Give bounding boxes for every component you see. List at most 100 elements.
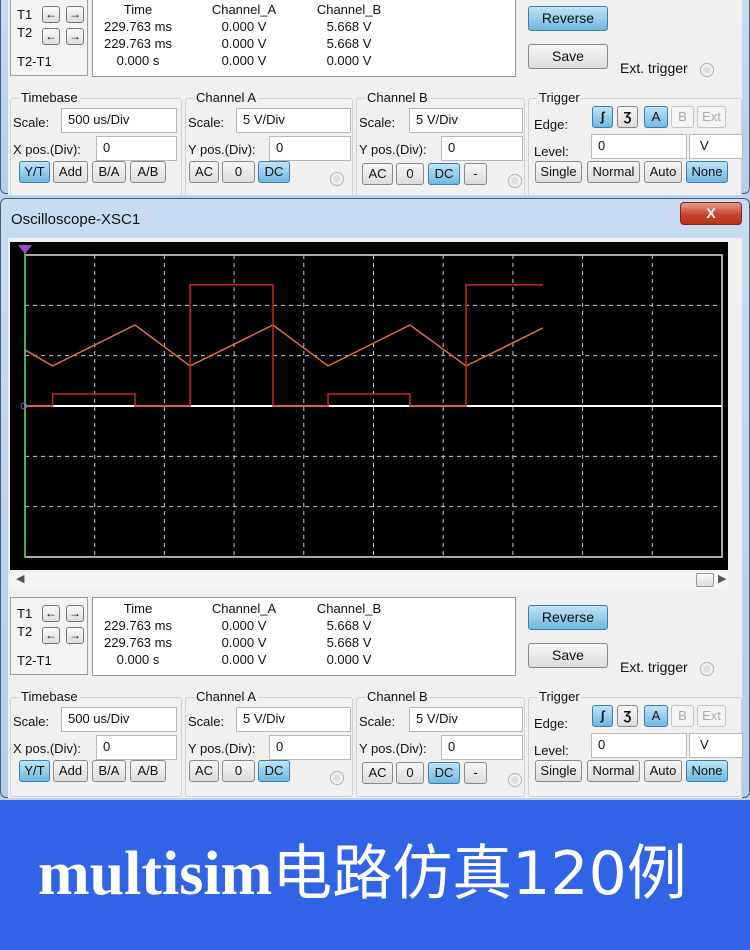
ext-trigger-label: Ext. trigger <box>620 659 688 675</box>
trigger-level-unit-select[interactable]: V <box>689 733 743 758</box>
channel-a-scale-input[interactable]: 5 V/Div <box>236 707 351 732</box>
cell: 229.763 ms <box>104 635 172 650</box>
trigger-mode-none-button[interactable]: None <box>686 161 728 183</box>
scale-label: Scale: <box>359 714 396 729</box>
channel-a-radio[interactable] <box>330 172 344 186</box>
timebase-yt-button[interactable]: Y/T <box>19 760 50 782</box>
scale-label: Scale: <box>13 714 50 729</box>
trigger-edge-ext-button[interactable]: Ext <box>697 705 726 727</box>
timebase-ab-button[interactable]: A/B <box>130 760 166 782</box>
trigger-edge-b-button[interactable]: B <box>671 705 694 727</box>
trigger-mode-auto-button[interactable]: Auto <box>644 161 682 183</box>
timebase-ba-button[interactable]: B/A <box>92 760 126 782</box>
channel-a-dc-button[interactable]: DC <box>258 161 290 183</box>
channel-a-ac-button[interactable]: AC <box>189 161 219 183</box>
trigger-edge-a-button[interactable]: A <box>644 106 668 128</box>
channel-b-scale-input[interactable]: 5 V/Div <box>409 108 523 133</box>
channel-a-ac-button[interactable]: AC <box>189 760 219 782</box>
t1-right-arrow-icon[interactable]: → <box>66 605 84 622</box>
trigger-level-unit-select[interactable]: V <box>689 134 743 159</box>
channel-b-0-button[interactable]: 0 <box>396 163 424 185</box>
t1-right-arrow-icon[interactable]: → <box>66 6 84 23</box>
timebase-ab-button[interactable]: A/B <box>130 161 166 183</box>
channel-b--button[interactable]: - <box>464 163 487 185</box>
window-title: Oscilloscope-XSC1 <box>11 211 141 228</box>
channel-a-scale-input[interactable]: 5 V/Div <box>236 108 351 133</box>
oscilloscope-window-top-clip: T1 T2 T2-T1 ← → ← → Time 229.763 ms 229.… <box>0 0 750 195</box>
channel-a-radio[interactable] <box>330 771 344 785</box>
trigger-mode-auto-button[interactable]: Auto <box>644 760 682 782</box>
t1-left-arrow-icon[interactable]: ← <box>42 6 60 23</box>
timebase-add-button[interactable]: Add <box>53 760 88 782</box>
falling-edge-button[interactable]: Ʒ <box>617 705 638 727</box>
t2-right-arrow-icon[interactable]: → <box>66 28 84 45</box>
channel-b-0-button[interactable]: 0 <box>396 762 424 784</box>
rising-edge-button[interactable]: ʃ <box>592 705 613 727</box>
timebase-scale-input[interactable]: 500 us/Div <box>61 707 177 732</box>
cell: 229.763 ms <box>104 19 172 34</box>
trigger-mode-single-button[interactable]: Single <box>535 161 582 183</box>
trigger-edge-ext-button[interactable]: Ext <box>697 106 726 128</box>
trigger-edge-a-button[interactable]: A <box>644 705 668 727</box>
scrollbar-thumb[interactable] <box>696 573 714 587</box>
channel-a-y-pos-input[interactable]: 0 <box>269 735 351 760</box>
channel-b-y-pos-input[interactable]: 0 <box>441 136 523 161</box>
channel-b-radio[interactable] <box>508 773 522 787</box>
channel-b-radio[interactable] <box>508 174 522 188</box>
channel-b-dc-button[interactable]: DC <box>428 163 460 185</box>
readout-col-channel-a: Channel_A 0.000 V 0.000 V 0.000 V <box>189 1 299 69</box>
save-button[interactable]: Save <box>528 643 608 668</box>
rising-edge-button[interactable]: ʃ <box>592 106 613 128</box>
cell: 5.668 V <box>326 618 372 633</box>
trigger-mode-none-button[interactable]: None <box>686 760 728 782</box>
cell: 0.000 s <box>116 53 160 68</box>
cell: 0.000 V <box>221 635 267 650</box>
scroll-left-icon[interactable]: ◀ <box>16 572 24 585</box>
scroll-right-icon[interactable]: ▶ <box>718 572 726 585</box>
save-button[interactable]: Save <box>528 44 608 69</box>
channel-b-dc-button[interactable]: DC <box>428 762 460 784</box>
timebase-scale-input[interactable]: 500 us/Div <box>61 108 177 133</box>
trigger-mode-normal-button[interactable]: Normal <box>587 760 640 782</box>
cell: 5.668 V <box>326 635 372 650</box>
falling-edge-button[interactable]: Ʒ <box>617 106 638 128</box>
trigger-mode-normal-button[interactable]: Normal <box>587 161 640 183</box>
timebase-yt-button[interactable]: Y/T <box>19 161 50 183</box>
x-pos-input[interactable]: 0 <box>96 735 177 760</box>
channel-a-y-pos-input[interactable]: 0 <box>269 136 351 161</box>
readout-col-channel-a: Channel_A 0.000 V 0.000 V 0.000 V <box>189 600 299 668</box>
trigger-level-input[interactable]: 0 <box>591 733 687 758</box>
t2-right-arrow-icon[interactable]: → <box>66 627 84 644</box>
level-label: Level: <box>534 743 569 758</box>
header: Time <box>123 2 153 17</box>
channel-b--button[interactable]: - <box>464 762 487 784</box>
channel-b-ac-button[interactable]: AC <box>362 163 393 185</box>
oscilloscope-screen[interactable] <box>10 242 728 570</box>
ext-trigger-radio[interactable] <box>700 63 714 77</box>
channel-b-scale-input[interactable]: 5 V/Div <box>409 707 523 732</box>
reverse-button[interactable]: Reverse <box>528 6 608 31</box>
reverse-button[interactable]: Reverse <box>528 605 608 630</box>
rising-edge-icon: ʃ <box>600 109 605 124</box>
channel-a-0-button[interactable]: 0 <box>222 760 255 782</box>
trigger-level-input[interactable]: 0 <box>591 134 687 159</box>
channel-a-dc-button[interactable]: DC <box>258 760 290 782</box>
trigger-edge-b-button[interactable]: B <box>671 106 694 128</box>
ext-trigger-radio[interactable] <box>700 662 714 676</box>
horizontal-scrollbar[interactable]: ◀ ▶ <box>10 572 728 589</box>
close-button[interactable]: X <box>680 202 742 225</box>
timebase-add-button[interactable]: Add <box>53 161 88 183</box>
channel-a-0-button[interactable]: 0 <box>222 161 255 183</box>
t2-left-arrow-icon[interactable]: ← <box>42 627 60 644</box>
channel-b-y-pos-input[interactable]: 0 <box>441 735 523 760</box>
channel-b-ac-button[interactable]: AC <box>362 762 393 784</box>
y-pos-label: Y pos.(Div): <box>188 741 256 756</box>
falling-edge-icon: Ʒ <box>623 109 632 124</box>
edge-label: Edge: <box>534 117 568 132</box>
t1-left-arrow-icon[interactable]: ← <box>42 605 60 622</box>
t2-left-arrow-icon[interactable]: ← <box>42 28 60 45</box>
timebase-ba-button[interactable]: B/A <box>92 161 126 183</box>
trigger-mode-single-button[interactable]: Single <box>535 760 582 782</box>
x-pos-input[interactable]: 0 <box>96 136 177 161</box>
t2-label: T2 <box>17 25 33 40</box>
